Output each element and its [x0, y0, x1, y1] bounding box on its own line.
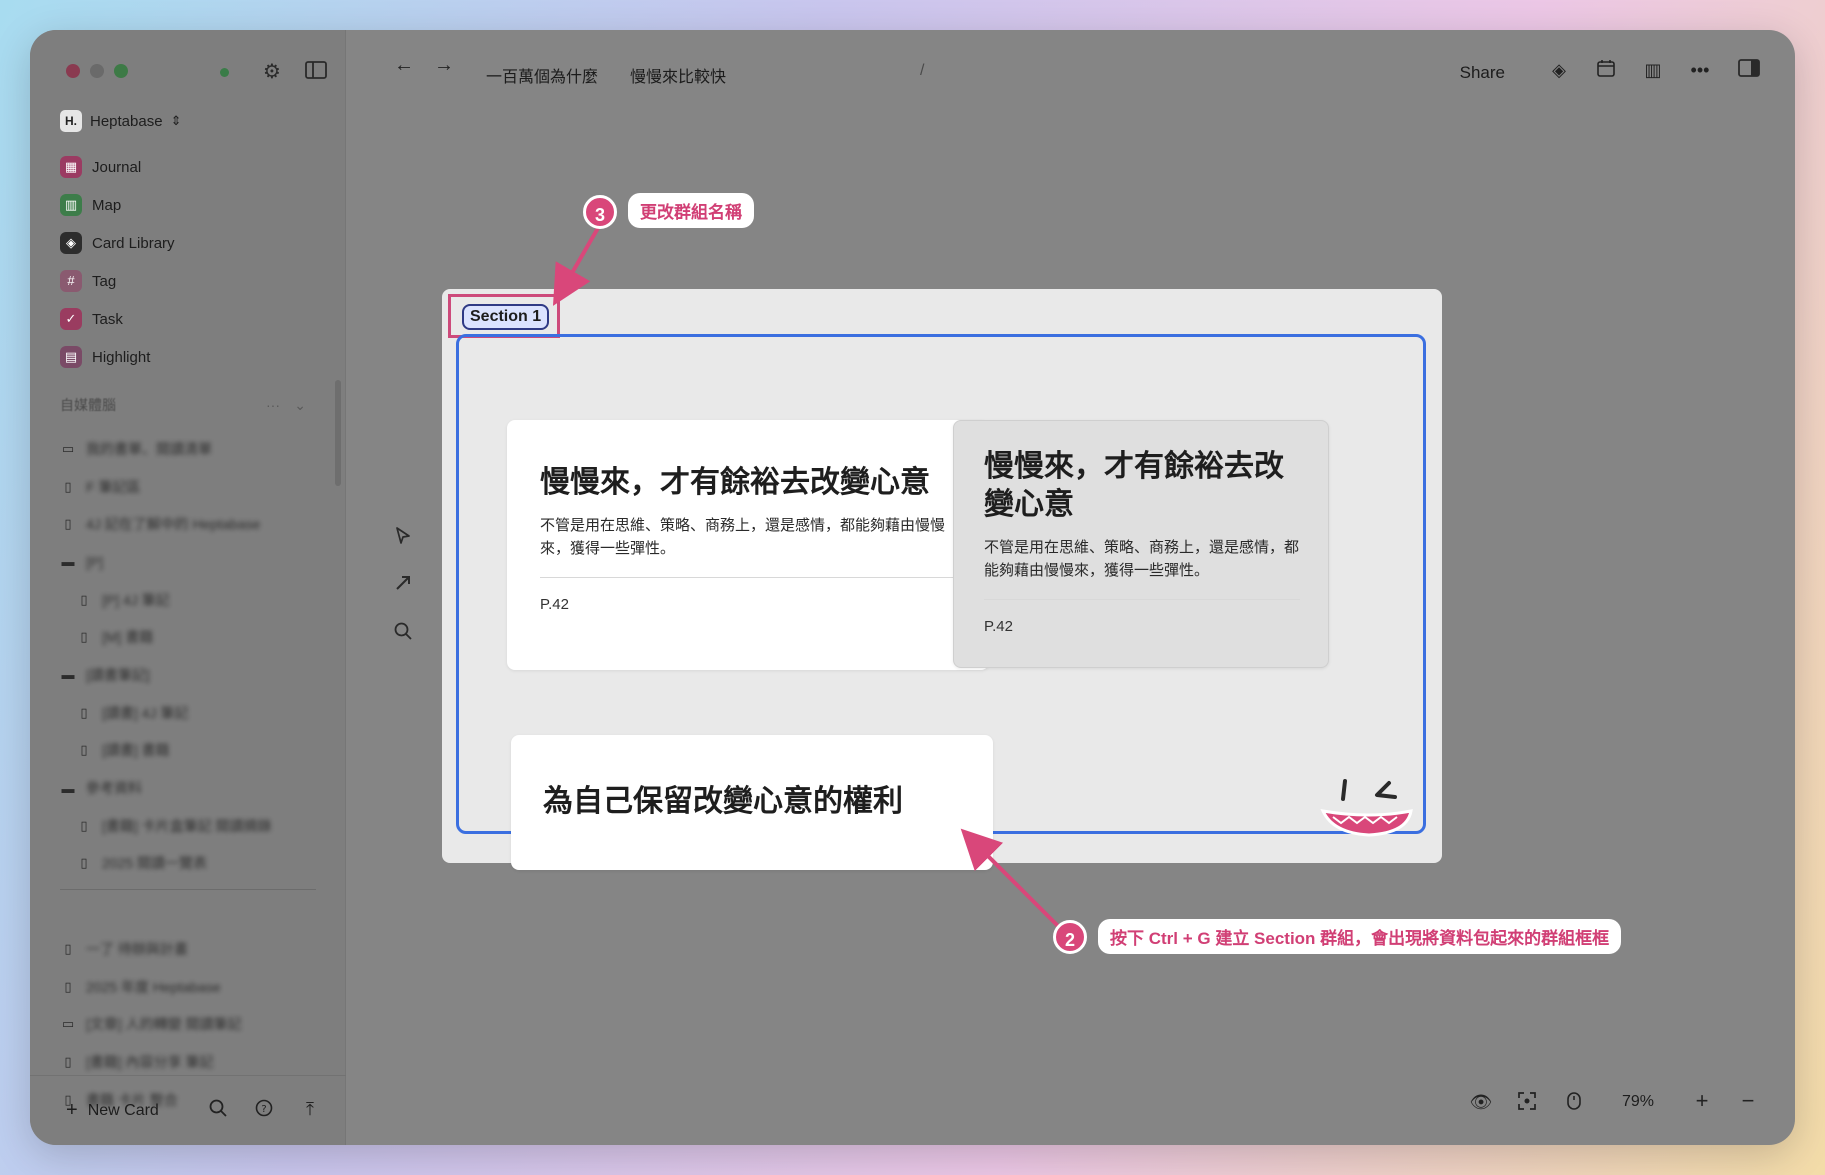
annotation-arrow-3: [552, 226, 600, 306]
eye-icon[interactable]: 👁: [1469, 1092, 1493, 1113]
annotation-badge-3: 3: [583, 195, 617, 229]
annotation-arrows: [552, 226, 1072, 940]
annotation-arrow-2: [960, 828, 1072, 940]
annotation-callout-2: 按下 Ctrl + G 建立 Section 群組，會出現將資料包起來的群組框框: [1098, 919, 1622, 954]
app-window: ⚙ H. Heptabase ⇕ ▦ Journal ▥ Map ◈ Card …: [30, 30, 1795, 1145]
focus-frame-icon[interactable]: [1515, 1092, 1539, 1115]
annotation-badge-2: 2: [1053, 920, 1087, 954]
mouse-icon[interactable]: [1562, 1092, 1586, 1115]
annotation-callout-3: 更改群組名稱: [628, 193, 754, 228]
zoom-level[interactable]: 79%: [1622, 1093, 1654, 1111]
zoom-out-icon[interactable]: −: [1736, 1088, 1760, 1114]
zoom-in-icon[interactable]: +: [1690, 1088, 1714, 1114]
